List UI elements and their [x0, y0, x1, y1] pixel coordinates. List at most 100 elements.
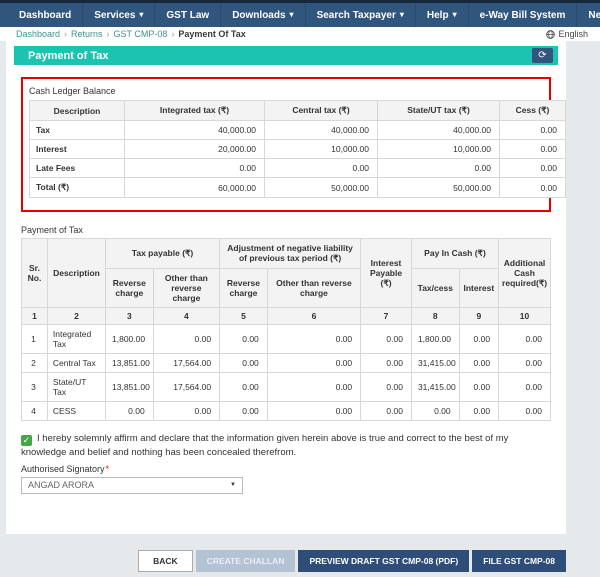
- cell-sr-no: 3: [22, 373, 48, 402]
- nav-item-new-return-trial[interactable]: New Return (Trial)▾: [577, 3, 600, 27]
- column-number: 7: [361, 308, 412, 325]
- signatory-label: Authorised Signatory: [21, 464, 105, 474]
- signatory-selected-value: ANGAD ARORA: [28, 480, 94, 490]
- payment-table-label: Payment of Tax: [21, 225, 551, 235]
- caret-down-icon: ▾: [139, 11, 143, 19]
- column-header: Central tax (₹): [265, 101, 378, 121]
- page-header: Payment of Tax ⟳: [14, 46, 558, 65]
- cell-sr-no: 1: [22, 325, 48, 354]
- nav-item-label: e-Way Bill System: [480, 10, 566, 21]
- cell-value: 20,000.00: [125, 140, 265, 159]
- nav-item-label: Services: [94, 10, 135, 21]
- cell-sr-no: 4: [22, 402, 48, 421]
- column-number: 5: [220, 308, 268, 325]
- file-button[interactable]: FILE GST CMP-08: [472, 550, 566, 572]
- nav-item-gst-law[interactable]: GST Law: [155, 3, 221, 27]
- declaration-checkbox[interactable]: ✓: [21, 435, 32, 446]
- nav-item-services[interactable]: Services ▾: [83, 3, 155, 27]
- cell-value: 0.00: [459, 325, 498, 354]
- payment-section: Payment of Tax Sr. No. Description Tax p…: [21, 225, 551, 421]
- breadcrumb-link-dashboard[interactable]: Dashboard: [16, 29, 60, 39]
- nav-item-dashboard[interactable]: Dashboard: [8, 3, 83, 27]
- column-subheader: Other than reverse charge: [153, 269, 219, 308]
- cell-value: 0.00: [267, 354, 360, 373]
- create-challan-button[interactable]: CREATE CHALLAN: [196, 550, 296, 572]
- cell-value: 0.00: [265, 159, 378, 178]
- refresh-button[interactable]: ⟳: [532, 48, 553, 63]
- preview-draft-button[interactable]: PREVIEW DRAFT GST CMP-08 (PDF): [298, 550, 469, 572]
- cell-value: 0.00: [153, 402, 219, 421]
- cell-value: 0.00: [500, 121, 566, 140]
- table-row: Tax40,000.0040,000.0040,000.000.00: [30, 121, 566, 140]
- column-number: 3: [106, 308, 154, 325]
- cell-value: 31,415.00: [411, 373, 459, 402]
- cell-value: 0.00: [500, 140, 566, 159]
- cell-value: 1,800.00: [106, 325, 154, 354]
- column-header: Description: [47, 239, 105, 308]
- table-row: 2Central Tax13,851.0017,564.000.000.000.…: [22, 354, 551, 373]
- column-number: 9: [459, 308, 498, 325]
- back-button[interactable]: BACK: [138, 550, 193, 572]
- column-header: Additional Cash required(₹): [499, 239, 551, 308]
- cell-value: 0.00: [106, 402, 154, 421]
- cell-value: 0.00: [153, 325, 219, 354]
- cell-value: 0.00: [267, 325, 360, 354]
- cell-description: Central Tax: [47, 354, 105, 373]
- breadcrumb-link-returns[interactable]: Returns: [71, 29, 103, 39]
- column-number: 2: [47, 308, 105, 325]
- table-row: 3State/UT Tax13,851.0017,564.000.000.000…: [22, 373, 551, 402]
- nav-item-label: Help: [427, 10, 449, 21]
- breadcrumb-link-gst-cmp-08[interactable]: GST CMP-08: [114, 29, 168, 39]
- row-label: Interest: [30, 140, 125, 159]
- caret-down-icon: ▾: [453, 11, 457, 19]
- row-label: Late Fees: [30, 159, 125, 178]
- table-row: Late Fees0.000.000.000.00: [30, 159, 566, 178]
- column-header: Integrated tax (₹): [125, 101, 265, 121]
- nav-item-e-way-bill-system[interactable]: e-Way Bill System: [469, 3, 578, 27]
- globe-icon: [546, 30, 555, 39]
- cell-value: 0.00: [411, 402, 459, 421]
- nav-item-help[interactable]: Help ▾: [416, 3, 469, 27]
- cell-value: 1,800.00: [411, 325, 459, 354]
- table-row: 1Integrated Tax1,800.000.000.000.000.001…: [22, 325, 551, 354]
- table-row: 4CESS0.000.000.000.000.000.000.000.00: [22, 402, 551, 421]
- signatory-label-row: Authorised Signatory*: [21, 464, 551, 474]
- cell-value: 50,000.00: [265, 178, 378, 198]
- breadcrumb-separator: ›: [171, 29, 174, 39]
- row-label: Tax: [30, 121, 125, 140]
- signatory-select[interactable]: ANGAD ARORA ▼: [21, 477, 243, 494]
- breadcrumb-separator: ›: [64, 29, 67, 39]
- breadcrumb-current: Payment Of Tax: [178, 29, 245, 39]
- cell-value: 0.00: [267, 373, 360, 402]
- column-number: 4: [153, 308, 219, 325]
- cell-description: State/UT Tax: [47, 373, 105, 402]
- breadcrumb: Dashboard›Returns›GST CMP-08›Payment Of …: [16, 29, 246, 39]
- cell-value: 13,851.00: [106, 373, 154, 402]
- cell-value: 0.00: [499, 325, 551, 354]
- column-header: Description: [30, 101, 125, 121]
- nav-item-downloads[interactable]: Downloads▾: [221, 3, 305, 27]
- cell-value: 0.00: [361, 402, 412, 421]
- cell-value: 0.00: [499, 402, 551, 421]
- caret-down-icon: ▾: [400, 11, 404, 19]
- check-icon: ✓: [23, 436, 31, 445]
- cell-description: CESS: [47, 402, 105, 421]
- cell-value: 0.00: [220, 354, 268, 373]
- cell-value: 40,000.00: [265, 121, 378, 140]
- cell-value: 17,564.00: [153, 354, 219, 373]
- column-subheader: Other than reverse charge: [267, 269, 360, 308]
- cell-value: 0.00: [220, 373, 268, 402]
- cell-sr-no: 2: [22, 354, 48, 373]
- column-header: Sr. No.: [22, 239, 48, 308]
- language-switcher[interactable]: English: [546, 29, 588, 39]
- cell-value: 0.00: [499, 373, 551, 402]
- breadcrumb-separator: ›: [107, 29, 110, 39]
- column-number: 6: [267, 308, 360, 325]
- column-subheader: Reverse charge: [220, 269, 268, 308]
- table-row: Interest20,000.0010,000.0010,000.000.00: [30, 140, 566, 159]
- cell-value: 10,000.00: [378, 140, 500, 159]
- cell-value: 0.00: [220, 402, 268, 421]
- nav-item-search-taxpayer[interactable]: Search Taxpayer▾: [306, 3, 416, 27]
- declaration-text: I hereby solemnly affirm and declare tha…: [21, 433, 508, 458]
- column-header: Tax payable (₹): [106, 239, 220, 269]
